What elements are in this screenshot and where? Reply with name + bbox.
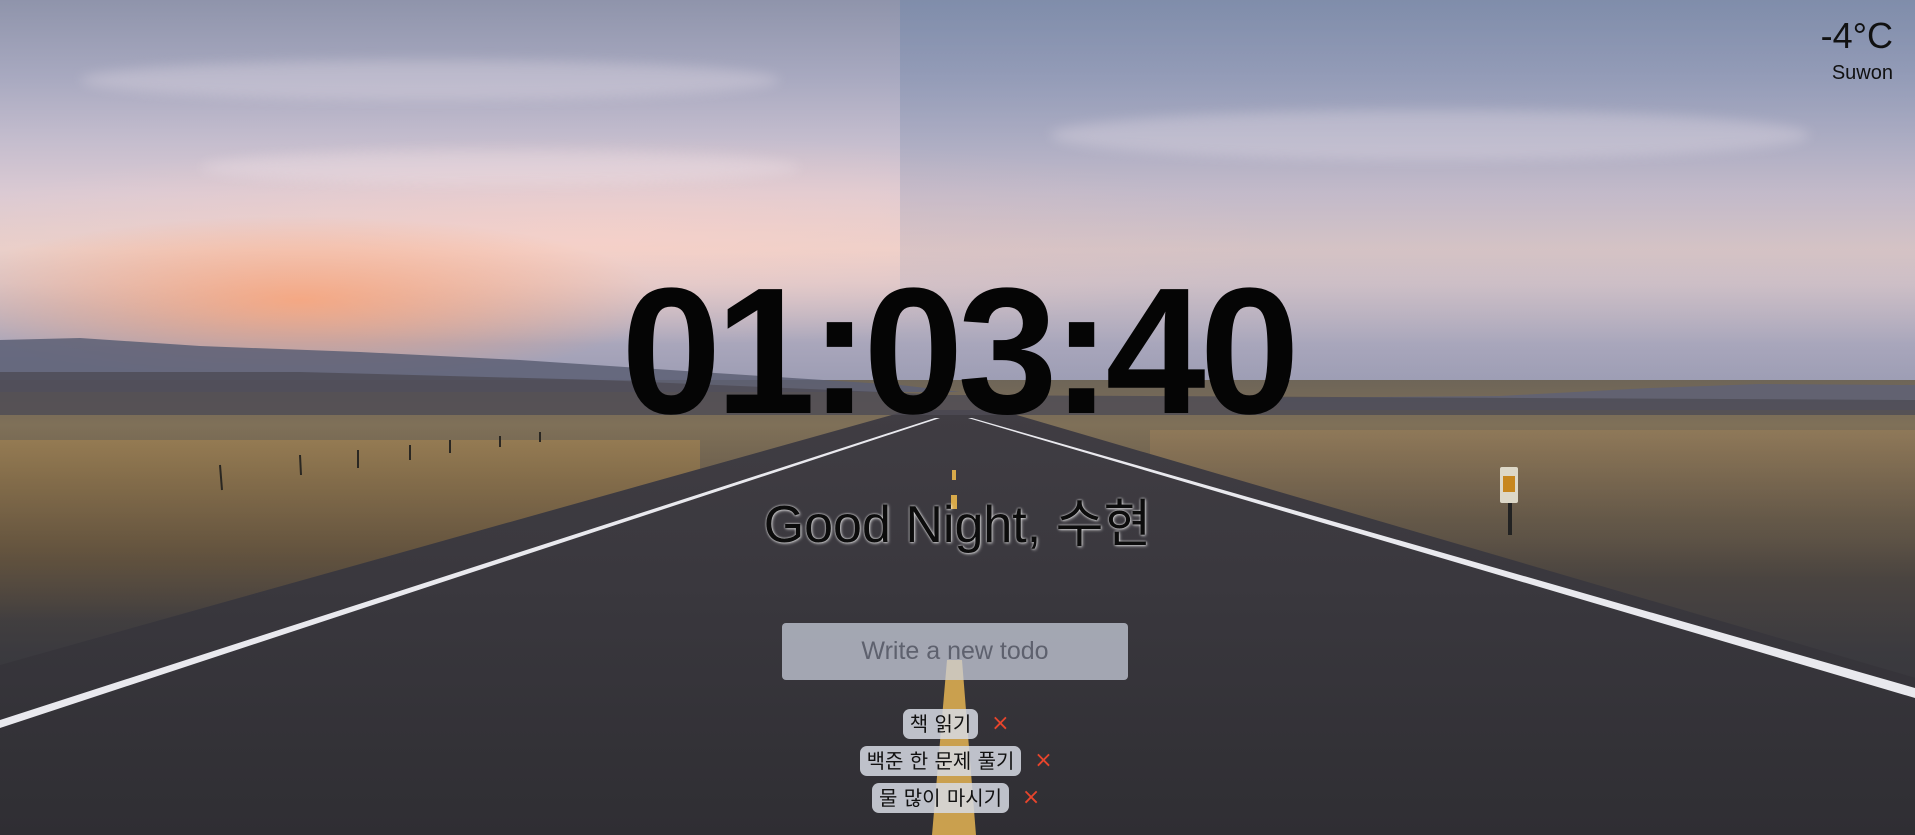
todo-item-text: 백준 한 문제 풀기: [859, 745, 1022, 776]
delete-todo-icon[interactable]: ×: [988, 711, 1012, 736]
todo-form: [782, 623, 1128, 680]
clock: 01:03:40: [621, 251, 1300, 452]
todo-item-text: 책 읽기: [902, 708, 979, 739]
greeting: Good Night, 수현: [763, 496, 1152, 554]
weather-temperature: -4°C: [1820, 15, 1893, 56]
delete-todo-icon[interactable]: ×: [1031, 748, 1055, 773]
todo-list: 책 읽기 × 백준 한 문제 풀기 × 물 많이 마시기 ×: [0, 704, 1915, 815]
todo-input[interactable]: [782, 623, 1128, 680]
app-screen: -4°C Suwon 01:03:40 Good Night, 수현 책 읽기 ×…: [0, 0, 1915, 835]
todo-item: 책 읽기 ×: [0, 704, 1915, 741]
weather-city: Suwon: [1831, 62, 1893, 84]
todo-item: 백준 한 문제 풀기 ×: [0, 741, 1915, 778]
todo-item: 물 많이 마시기 ×: [0, 778, 1915, 815]
delete-todo-icon[interactable]: ×: [1019, 785, 1043, 810]
weather-widget: -4°C Suwon: [1821, 12, 1893, 86]
todo-item-text: 물 많이 마시기: [871, 782, 1010, 813]
